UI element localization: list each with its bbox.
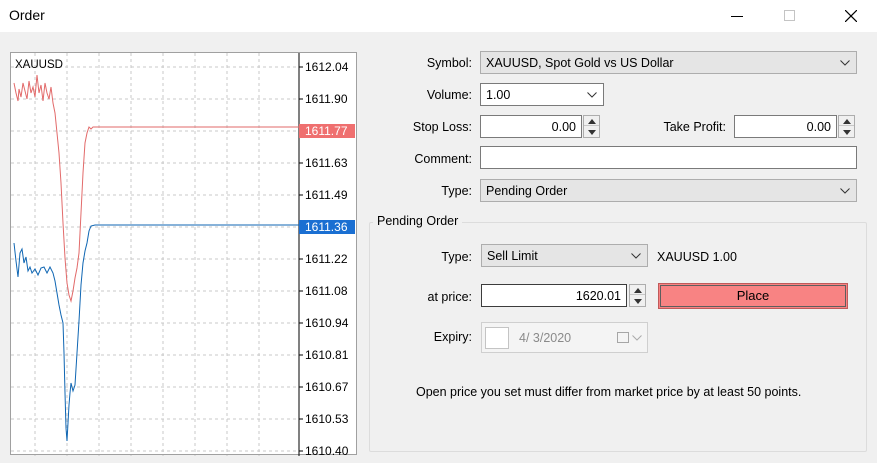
price-distance-note: Open price you set must differ from mark… (416, 385, 802, 399)
stoploss-down-button[interactable] (584, 127, 599, 137)
comment-label: Comment: (414, 152, 472, 166)
chart-price-tick-label: 1610.81 (305, 348, 349, 362)
volume-value: 1.00 (486, 88, 511, 102)
pending-type-select[interactable]: Sell Limit (481, 244, 648, 267)
symbol-select-value: XAUUSD, Spot Gold vs US Dollar (486, 56, 674, 70)
title-bar: Order (0, 0, 877, 32)
chart-price-tick-label: 1611.49 (305, 188, 348, 202)
takeprofit-value: 0.00 (806, 120, 831, 134)
order-type-label: Type: (441, 184, 472, 198)
chart-price-tick-label: 1612.04 (305, 60, 349, 74)
at-price-down-button[interactable] (630, 296, 645, 306)
chevron-down-icon (587, 92, 597, 98)
triangle-up-icon (843, 119, 851, 124)
maximize-button (767, 0, 813, 32)
takeprofit-stepper[interactable] (838, 115, 855, 138)
chart-price-tick-label: 1611.08 (305, 284, 348, 298)
order-type-select[interactable]: Pending Order (480, 179, 857, 202)
bid-price-line (13, 224, 299, 442)
pending-summary: XAUUSD 1.00 (657, 250, 737, 264)
stoploss-label: Stop Loss: (412, 120, 472, 134)
expiry-date-value: 4/ 3/2020 (519, 331, 572, 345)
chart-price-tick-label: 1611.77 (305, 124, 348, 138)
chart-price-tick-label: 1611.63 (305, 156, 348, 170)
comment-input[interactable] (480, 146, 857, 169)
takeprofit-input[interactable]: 0.00 (734, 115, 837, 138)
stoploss-stepper[interactable] (583, 115, 600, 138)
maximize-icon (784, 10, 795, 21)
volume-label: Volume: (426, 88, 472, 102)
takeprofit-up-button[interactable] (839, 116, 854, 126)
window-title: Order (9, 7, 45, 23)
chevron-down-icon (631, 253, 641, 259)
triangle-down-icon (588, 130, 596, 135)
place-button[interactable]: Place (658, 283, 848, 309)
chart-price-tick-label: 1611.22 (305, 252, 348, 266)
stoploss-input[interactable]: 0.00 (480, 115, 582, 138)
pending-order-group-title: Pending Order (373, 214, 463, 228)
tick-chart: 1612.04 1611.90 1611.77 1611.63 1611.49 1611.… (10, 52, 357, 456)
expiry-label: Expiry: (433, 330, 472, 344)
minimize-button[interactable] (714, 0, 760, 32)
pending-type-value: Sell Limit (487, 249, 538, 263)
calendar-icon (617, 332, 629, 343)
chart-price-tick-label: 1611.90 (305, 92, 348, 106)
minimize-icon (731, 16, 743, 17)
expiry-checkbox[interactable] (485, 327, 509, 349)
pending-type-label: Type: (441, 250, 472, 264)
at-price-up-button[interactable] (630, 285, 645, 295)
chart-price-tick-label: 1610.40 (305, 444, 349, 456)
close-button[interactable] (828, 0, 874, 32)
volume-combo[interactable]: 1.00 (480, 83, 604, 106)
takeprofit-down-button[interactable] (839, 127, 854, 137)
chevron-down-icon (632, 335, 642, 341)
stoploss-value: 0.00 (551, 120, 576, 134)
chart-price-tick-label: 1611.36 (305, 220, 348, 234)
triangle-down-icon (634, 299, 642, 304)
ask-price-line (13, 74, 299, 303)
takeprofit-label: Take Profit: (663, 120, 726, 134)
stoploss-up-button[interactable] (584, 116, 599, 126)
triangle-up-icon (634, 288, 642, 293)
tick-chart-svg: 1612.04 1611.90 1611.77 1611.63 1611.49 1611.… (11, 53, 355, 456)
chart-price-tick-label: 1610.94 (305, 316, 349, 330)
symbol-label: Symbol: (426, 56, 472, 70)
triangle-up-icon (588, 119, 596, 124)
order-type-value: Pending Order (486, 184, 568, 198)
symbol-select[interactable]: XAUUSD, Spot Gold vs US Dollar (480, 51, 857, 74)
chart-symbol-label: XAUUSD (15, 59, 63, 71)
at-price-value: 1620.01 (575, 289, 621, 303)
chart-price-tick-label: 1610.67 (305, 380, 349, 394)
at-price-stepper[interactable] (629, 284, 646, 307)
chevron-down-icon (840, 60, 850, 66)
triangle-down-icon (843, 130, 851, 135)
at-price-input[interactable]: 1620.01 (481, 284, 627, 307)
close-icon (845, 10, 857, 22)
expiry-datepicker: 4/ 3/2020 (481, 322, 648, 353)
chevron-down-icon (840, 188, 850, 194)
chart-price-tick-label: 1610.53 (305, 412, 349, 426)
at-price-label: at price: (427, 290, 472, 304)
